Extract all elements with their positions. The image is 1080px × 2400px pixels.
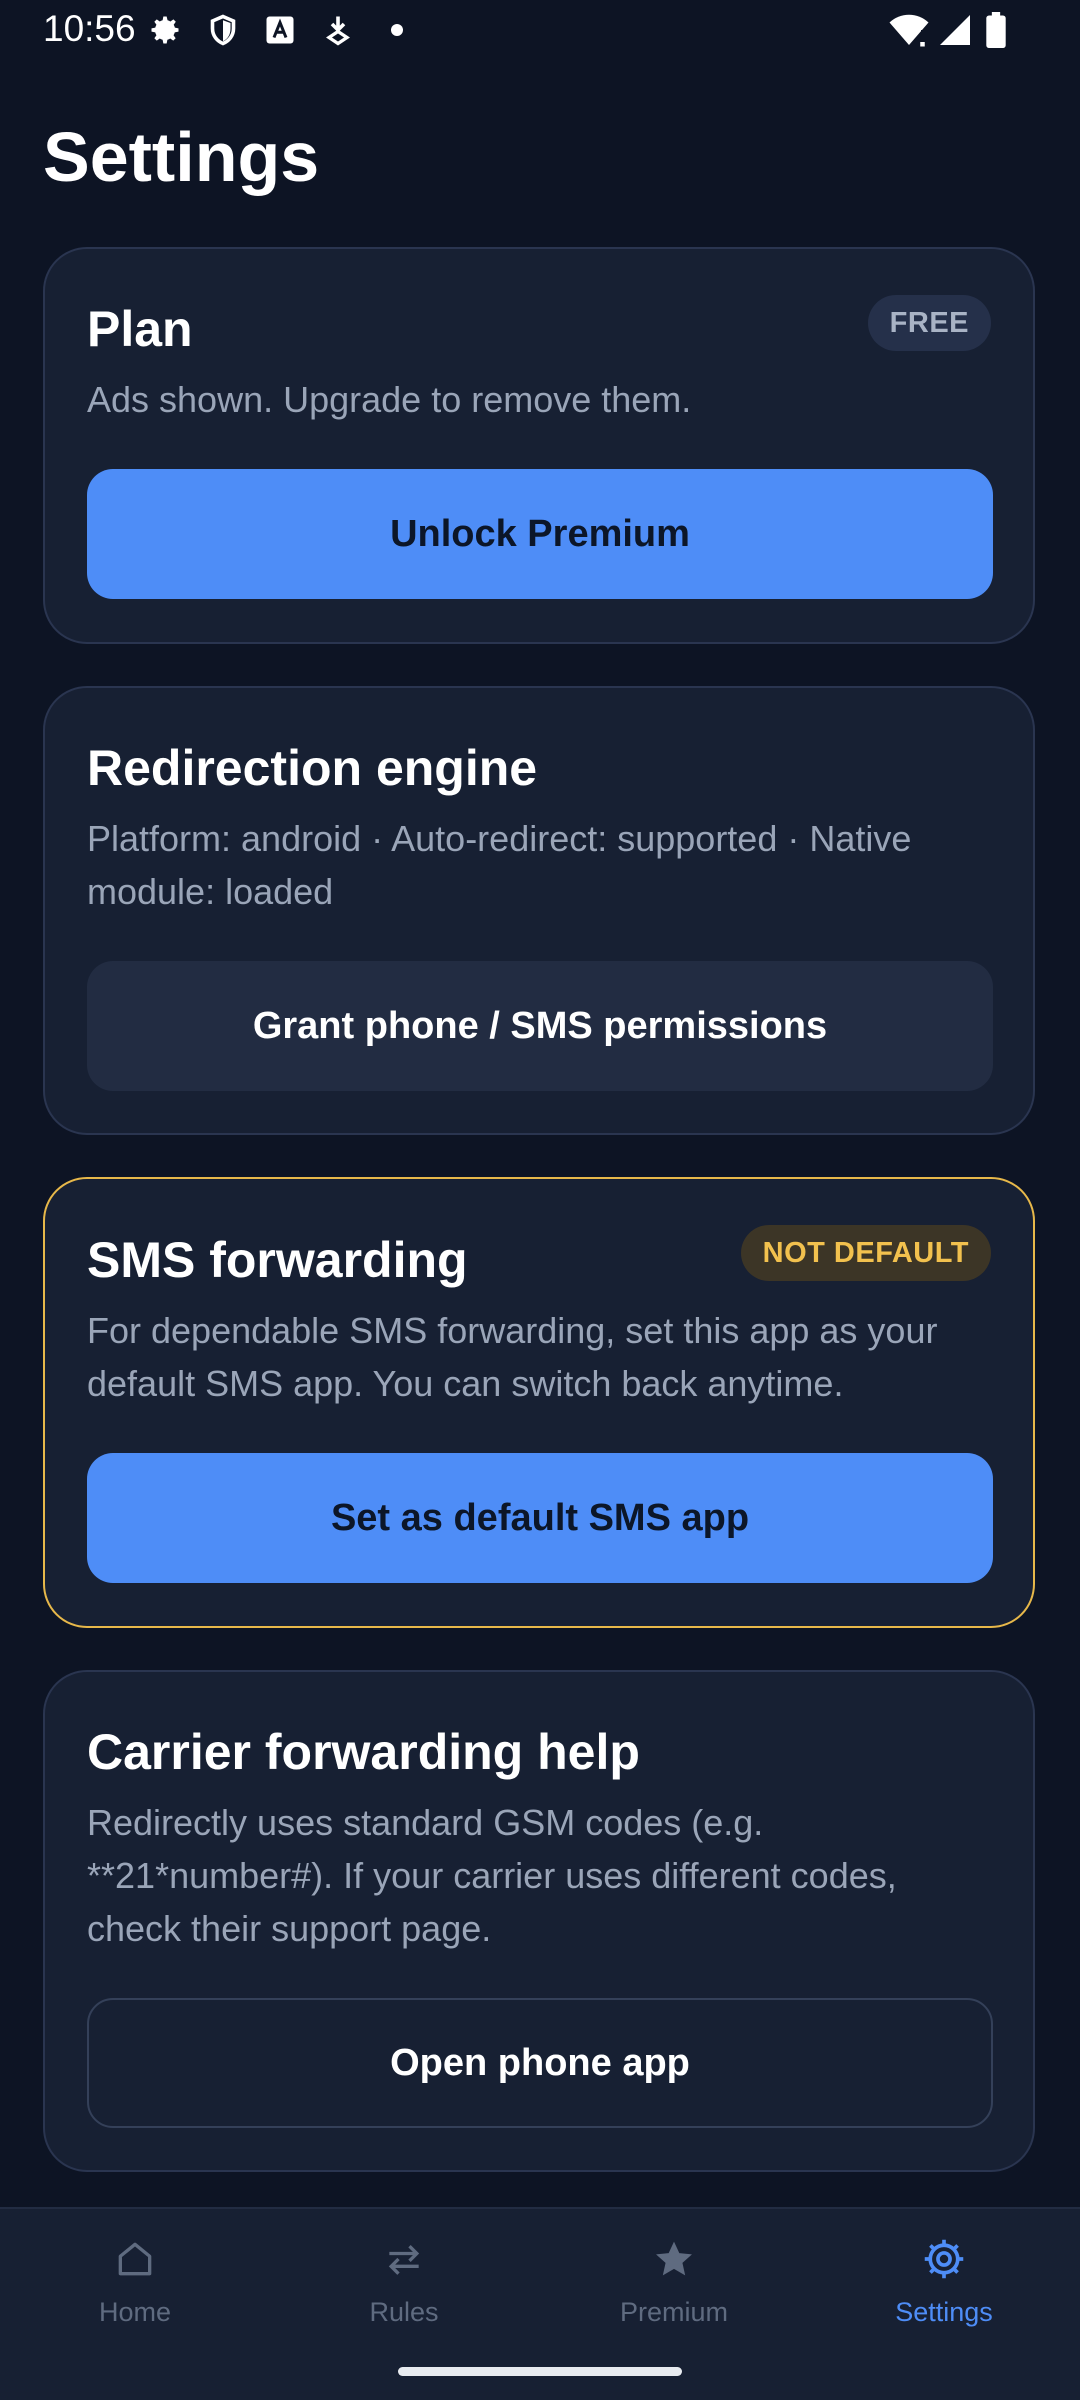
plan-title: Plan <box>87 301 193 357</box>
plan-status-badge: FREE <box>867 295 991 351</box>
status-time: 10:56 <box>43 8 136 49</box>
swap-arrows-icon <box>382 2237 426 2281</box>
carrier-description: Redirectly uses standard GSM codes (e.g.… <box>87 1802 897 1949</box>
sms-title: SMS forwarding <box>87 1232 468 1288</box>
nav-label-settings: Settings <box>895 2297 993 2327</box>
nav-item-premium[interactable]: Premium <box>574 2237 774 2347</box>
open-phone-app-button[interactable]: Open phone app <box>87 1998 993 2128</box>
nav-item-home[interactable]: Home <box>35 2237 235 2347</box>
settings-icon <box>922 2237 966 2281</box>
engine-description: Platform: android · Auto-redirect: suppo… <box>87 818 912 912</box>
grant-permissions-button[interactable]: Grant phone / SMS permissions <box>87 961 993 1091</box>
unlock-premium-button[interactable]: Unlock Premium <box>87 469 993 599</box>
engine-title: Redirection engine <box>87 740 538 796</box>
home-indicator[interactable] <box>398 2367 682 2376</box>
carrier-help-card: Carrier forwarding help Redirectly uses … <box>43 1670 1035 2172</box>
status-bar: 10:56 <box>0 0 1080 62</box>
gear-icon <box>147 12 183 48</box>
shield-icon <box>205 12 241 48</box>
dot-icon <box>379 12 415 48</box>
page-title: Settings <box>43 118 320 196</box>
wifi-icon <box>887 12 931 48</box>
star-icon <box>652 2237 696 2281</box>
sms-forwarding-card: SMS forwarding NOT DEFAULT For dependabl… <box>43 1177 1035 1628</box>
sms-description: For dependable SMS forwarding, set this … <box>87 1310 938 1404</box>
battery-icon <box>984 12 1008 48</box>
nav-item-settings[interactable]: Settings <box>844 2237 1044 2347</box>
carrier-title: Carrier forwarding help <box>87 1724 640 1780</box>
home-icon <box>113 2237 157 2281</box>
download-icon <box>320 12 356 48</box>
nav-label-home: Home <box>98 2297 172 2327</box>
nav-label-premium: Premium <box>619 2297 728 2327</box>
default-status-badge: NOT DEFAULT <box>740 1225 991 1281</box>
plan-description: Ads shown. Upgrade to remove them. <box>87 379 692 420</box>
plan-card: Plan FREE Ads shown. Upgrade to remove t… <box>43 247 1035 644</box>
signal-icon <box>936 12 974 48</box>
set-default-sms-button[interactable]: Set as default SMS app <box>87 1453 993 1583</box>
nav-item-rules[interactable]: Rules <box>304 2237 504 2347</box>
nav-label-rules: Rules <box>369 2297 439 2327</box>
redirection-engine-card: Redirection engine Platform: android · A… <box>43 686 1035 1135</box>
font-a-icon <box>262 12 298 48</box>
